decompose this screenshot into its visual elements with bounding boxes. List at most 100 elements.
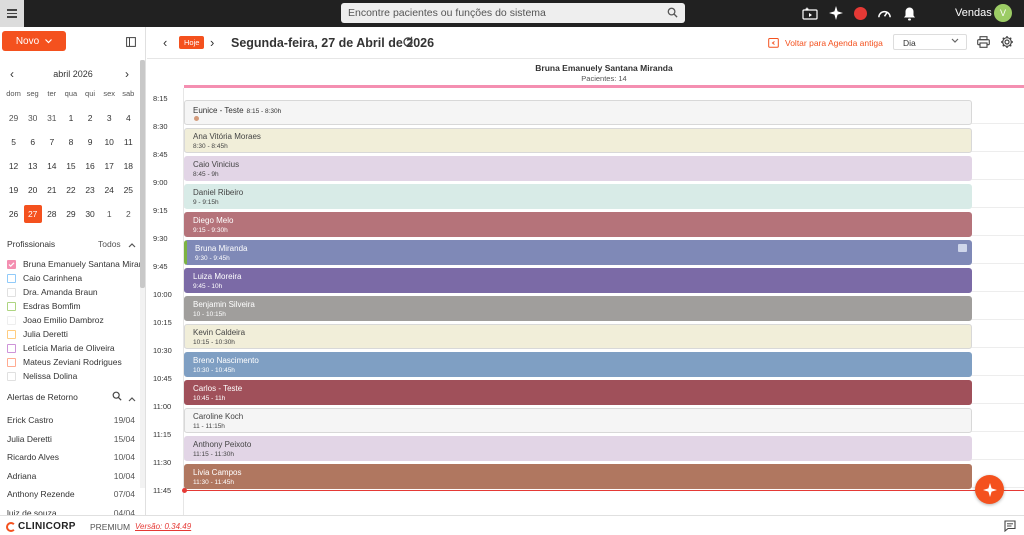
record-icon[interactable]: [851, 4, 869, 22]
alert-item[interactable]: Adriana 10/04: [7, 467, 135, 486]
appointment-card[interactable]: Ana Vitória Moraes 8:30 - 8:45h: [184, 128, 972, 153]
bell-icon[interactable]: [900, 4, 918, 22]
calendar-day[interactable]: 24: [100, 181, 119, 205]
calendar-day[interactable]: 23: [81, 181, 100, 205]
professional-checkbox[interactable]: [7, 329, 16, 339]
professional-checkbox[interactable]: [7, 301, 16, 311]
search-icon[interactable]: [667, 7, 678, 21]
calendar-day[interactable]: 2: [119, 205, 138, 229]
print-icon[interactable]: [977, 36, 990, 51]
search-input[interactable]: Encontre pacientes ou funções do sistema: [341, 3, 685, 23]
alert-item[interactable]: Julia Deretti 15/04: [7, 430, 135, 449]
alerts-chevron-up-icon[interactable]: [128, 393, 136, 405]
username-label[interactable]: Vendas: [955, 7, 992, 19]
calendar-day[interactable]: 13: [23, 157, 42, 181]
calendar-day[interactable]: 12: [4, 157, 23, 181]
calendar-day[interactable]: 30: [81, 205, 100, 229]
professional-item[interactable]: Bruna Emanuely Santana Miranda: [7, 257, 142, 271]
calendar-day[interactable]: 11: [119, 133, 138, 157]
appointment-card[interactable]: Anthony Peixoto 11:15 - 11:30h: [184, 436, 972, 461]
collapse-sidebar-icon[interactable]: [126, 37, 136, 50]
calendar-day[interactable]: 20: [23, 181, 42, 205]
calendar-day[interactable]: 16: [81, 157, 100, 181]
sparkle-fab-button[interactable]: [975, 475, 1004, 504]
refresh-icon[interactable]: [402, 36, 414, 51]
view-select[interactable]: Dia: [893, 34, 967, 50]
calendar-day[interactable]: 15: [61, 157, 80, 181]
gear-icon[interactable]: [1000, 35, 1014, 52]
chart-badge-icon[interactable]: [958, 244, 967, 252]
appointment-card[interactable]: Livia Campos 11:30 - 11:45h: [184, 464, 972, 489]
appointment-card[interactable]: Caio Vinicius 8:45 - 9h: [184, 156, 972, 181]
professional-item[interactable]: Letícia Maria de Oliveira: [7, 341, 142, 355]
calendar-day[interactable]: 1: [100, 205, 119, 229]
calendar-day[interactable]: 6: [23, 133, 42, 157]
next-day-icon[interactable]: ›: [210, 35, 214, 50]
appointment-card[interactable]: Kevin Caldeira 10:15 - 10:30h: [184, 324, 972, 349]
back-to-old-agenda-link[interactable]: Voltar para Agenda antiga: [785, 38, 883, 48]
calendar-day[interactable]: 26: [4, 205, 23, 229]
appointment-card[interactable]: Carlos - Teste 10:45 - 11h: [184, 380, 972, 405]
today-button[interactable]: Hoje: [179, 36, 205, 49]
agenda-grid[interactable]: 8:15 8:30 8:45 9:00 9:15 9:30 9:45 10:00 10:15 10…: [147, 88, 1024, 516]
alerts-search-icon[interactable]: [112, 391, 122, 404]
alert-item[interactable]: Erick Castro 19/04: [7, 411, 135, 430]
professional-item[interactable]: Dra. Amanda Braun: [7, 285, 142, 299]
professional-item[interactable]: Nelissa Dolina: [7, 369, 142, 383]
calendar-day-selected[interactable]: 27: [23, 205, 42, 229]
calendar-day[interactable]: 17: [100, 157, 119, 181]
calendar-day[interactable]: 7: [42, 133, 61, 157]
professional-item[interactable]: Julia Deretti: [7, 327, 142, 341]
prev-day-icon[interactable]: ‹: [163, 35, 167, 50]
appointment-card[interactable]: Eunice - Teste 8:15 - 8:30h: [184, 100, 972, 125]
avatar[interactable]: V: [994, 4, 1012, 22]
calendar-day[interactable]: 29: [61, 205, 80, 229]
appointment-card[interactable]: Diego Melo 9:15 - 9:30h: [184, 212, 972, 237]
alert-item[interactable]: Ricardo Alves 10/04: [7, 448, 135, 467]
speedometer-icon[interactable]: [875, 4, 893, 22]
professional-checkbox[interactable]: [7, 357, 16, 367]
calendar-day[interactable]: 19: [4, 181, 23, 205]
alert-item[interactable]: Anthony Rezende 07/04: [7, 485, 135, 504]
calendar-day[interactable]: 1: [61, 109, 80, 133]
professional-item[interactable]: Joao Emilio Dambroz: [7, 313, 142, 327]
sparkle-icon[interactable]: [827, 4, 845, 22]
professional-item[interactable]: Caio Carinhena: [7, 271, 142, 285]
calendar-day[interactable]: 18: [119, 157, 138, 181]
calendar-day[interactable]: 31: [42, 109, 61, 133]
professional-checkbox[interactable]: [7, 259, 16, 269]
calendar-day[interactable]: 9: [81, 133, 100, 157]
calendar-day[interactable]: 30: [23, 109, 42, 133]
professional-checkbox[interactable]: [7, 273, 16, 283]
appointment-card[interactable]: Daniel Ribeiro 9 - 9:15h: [184, 184, 972, 209]
calendar-back-icon[interactable]: [768, 37, 779, 51]
next-month-icon[interactable]: ›: [125, 67, 129, 81]
calendar-day[interactable]: 29: [4, 109, 23, 133]
appointment-card[interactable]: Benjamin Silveira 10 - 10:15h: [184, 296, 972, 321]
chevron-up-icon[interactable]: [128, 239, 136, 251]
calendar-day[interactable]: 25: [119, 181, 138, 205]
version-link[interactable]: Versão: 0.34.49: [135, 522, 191, 531]
menu-icon[interactable]: [0, 0, 24, 27]
alert-item[interactable]: luiz de souza 04/04: [7, 504, 135, 515]
chat-icon[interactable]: [1004, 520, 1016, 535]
professional-item[interactable]: Esdras Bomfim: [7, 299, 142, 313]
calendar-day[interactable]: 28: [42, 205, 61, 229]
professional-checkbox[interactable]: [7, 343, 16, 353]
calendar-day[interactable]: 21: [42, 181, 61, 205]
appointment-card[interactable]: Bruna Miranda 9:30 - 9:45h: [184, 240, 972, 265]
professional-checkbox[interactable]: [7, 371, 16, 381]
new-button[interactable]: Novo: [2, 31, 66, 51]
professional-checkbox[interactable]: [7, 315, 16, 325]
calendar-day[interactable]: 22: [61, 181, 80, 205]
professionals-all-toggle[interactable]: Todos: [98, 239, 121, 249]
calendar-day[interactable]: 8: [61, 133, 80, 157]
professional-checkbox[interactable]: [7, 287, 16, 297]
calendar-day[interactable]: 5: [4, 133, 23, 157]
calendar-day[interactable]: 10: [100, 133, 119, 157]
calendar-day[interactable]: 14: [42, 157, 61, 181]
sparkle-screen-icon[interactable]: [801, 4, 819, 22]
sidebar-scrollbar[interactable]: [140, 60, 145, 288]
calendar-day[interactable]: 4: [119, 109, 138, 133]
professional-item[interactable]: Mateus Zeviani Rodrigues: [7, 355, 142, 369]
